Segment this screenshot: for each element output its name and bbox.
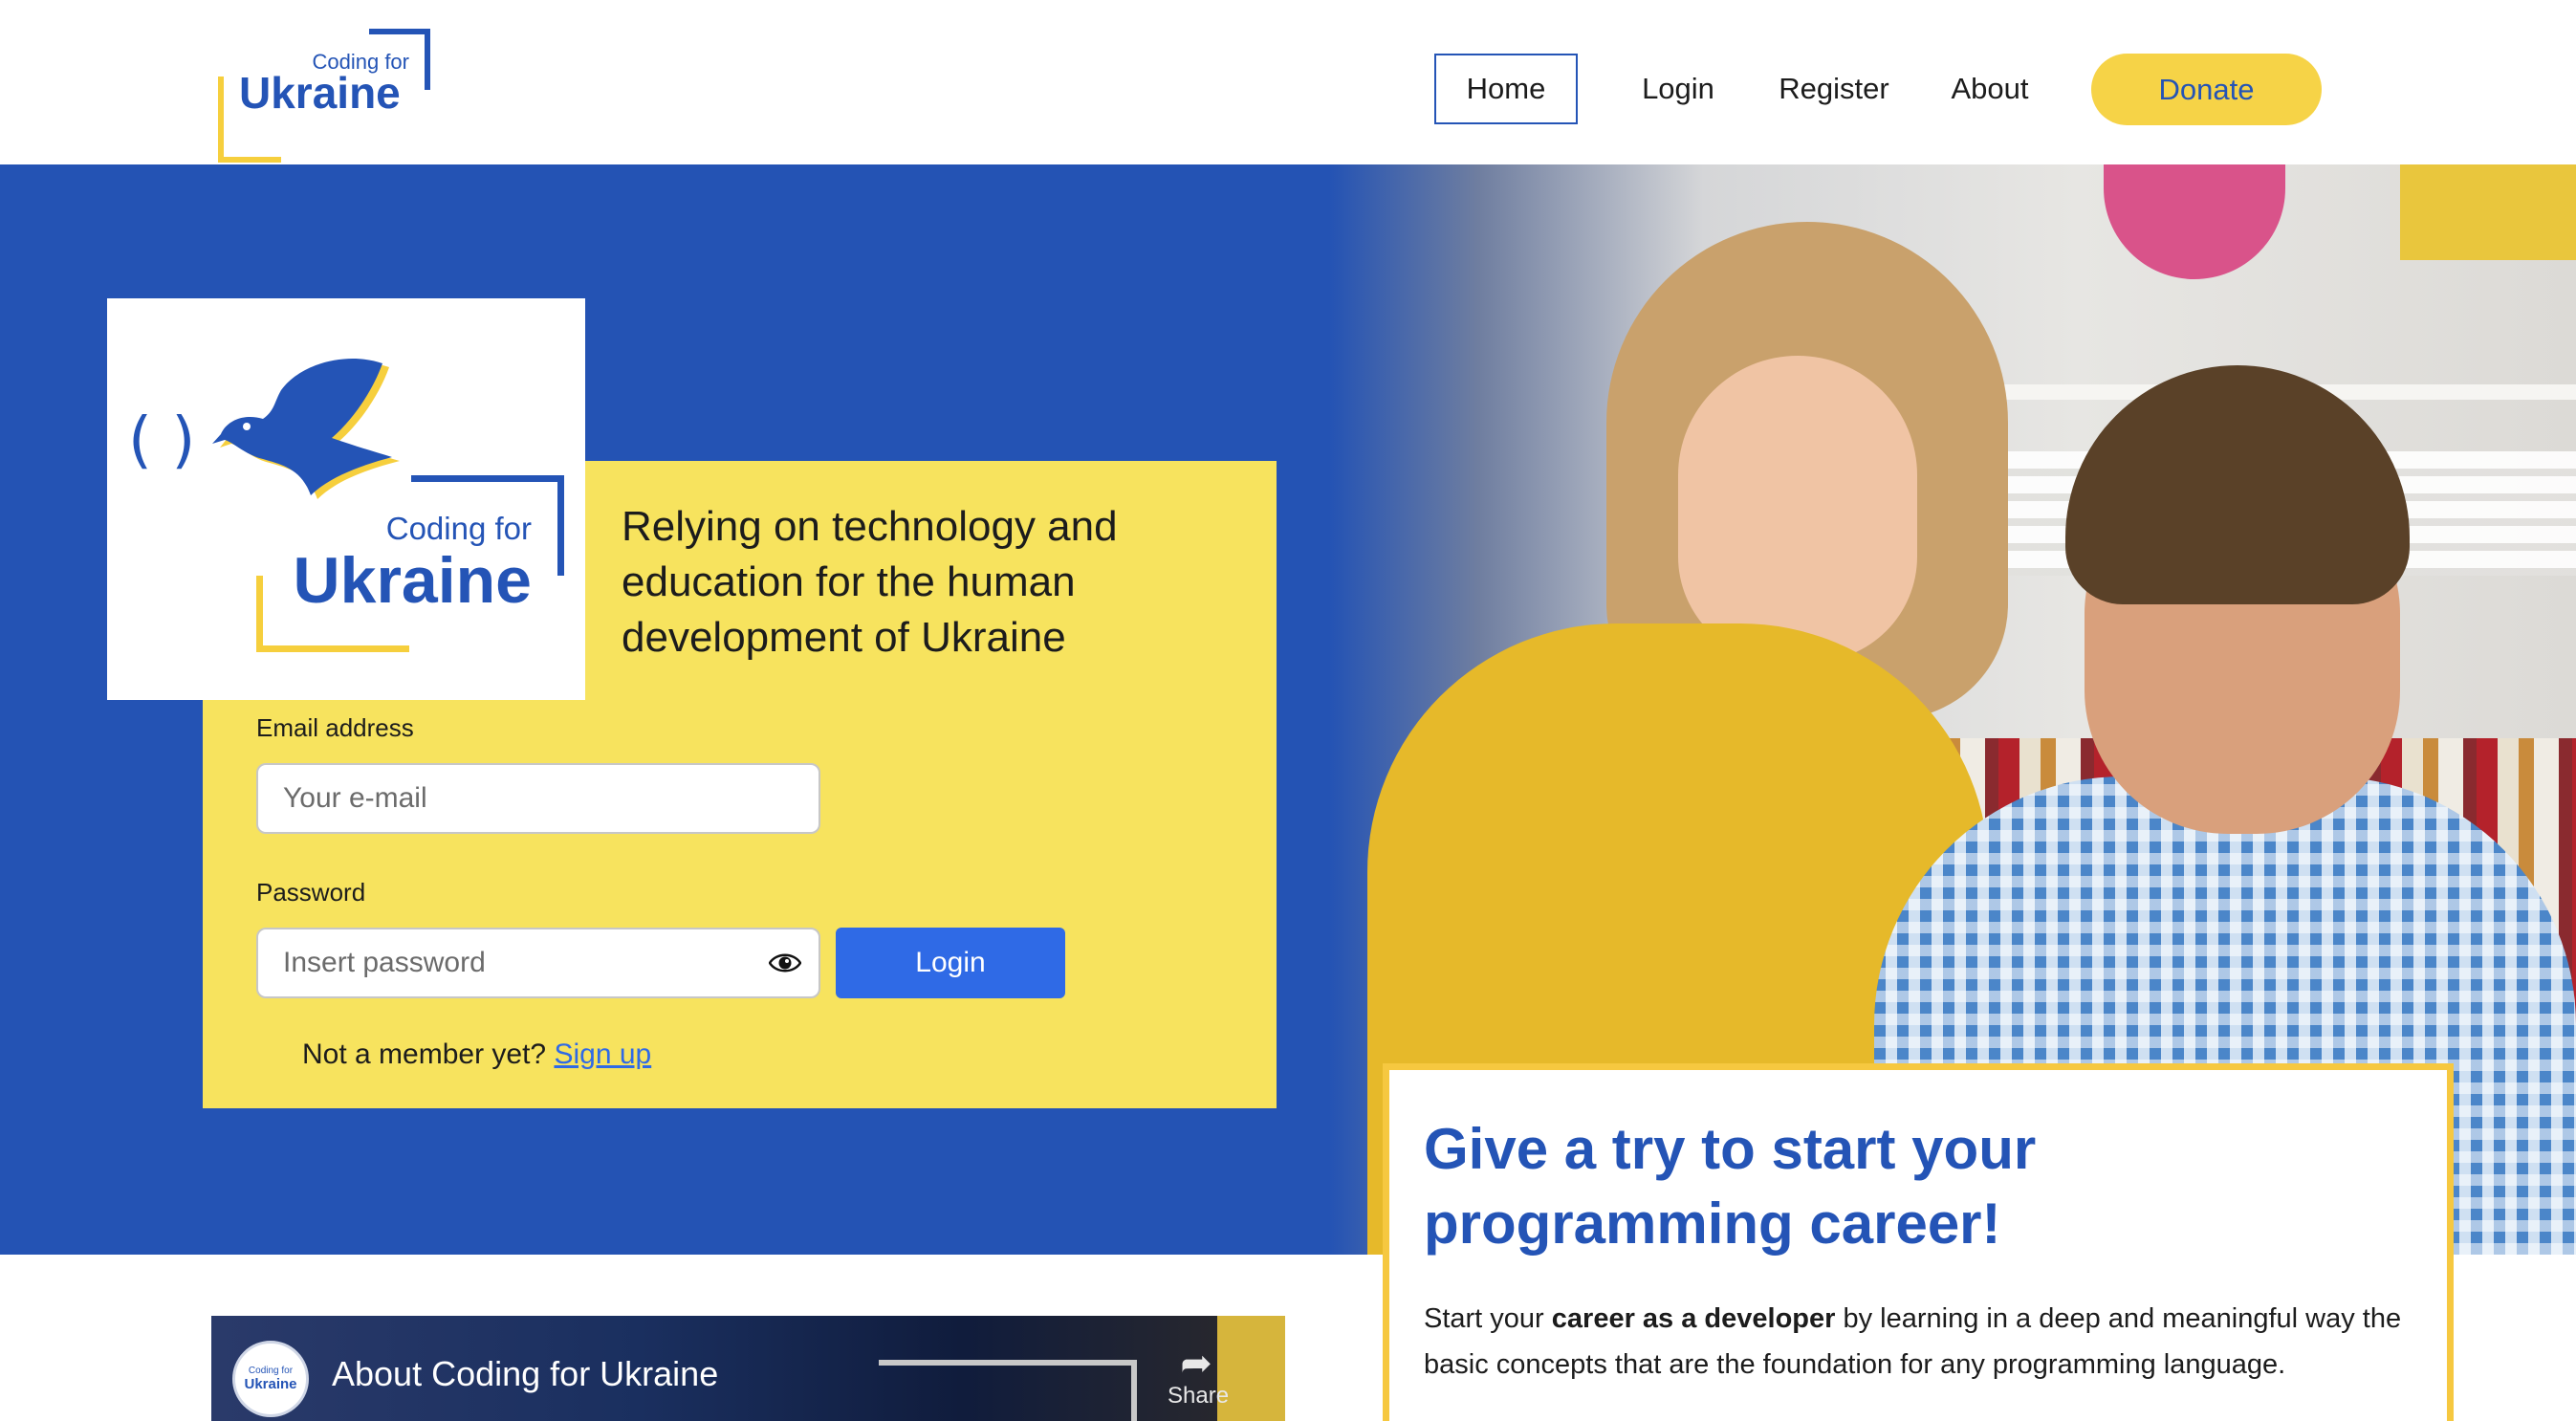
photo-person-man xyxy=(2065,365,2410,604)
video-frame-graphic xyxy=(879,1360,1137,1421)
email-label: Email address xyxy=(256,713,414,742)
logo-small-text: Coding for xyxy=(385,511,532,546)
nav-login[interactable]: Login xyxy=(1626,54,1731,124)
career-text-bold: career as a developer xyxy=(1551,1303,1836,1334)
password-label: Password xyxy=(256,878,366,907)
nav-about[interactable]: About xyxy=(1937,54,2042,124)
channel-avatar-big: Ukraine xyxy=(244,1376,297,1392)
brand-big-text: Ukraine xyxy=(239,68,401,118)
photo-bg-shape xyxy=(2104,164,2285,279)
nav-register[interactable]: Register xyxy=(1767,54,1901,124)
career-title: Give a try to start your programming car… xyxy=(1424,1117,2037,1256)
share-button[interactable]: ➦ Share xyxy=(1168,1342,1230,1410)
hero-tagline: Relying on technology and education for … xyxy=(622,503,1118,661)
photo-bg-shape xyxy=(2400,164,2576,260)
share-arrow-icon: ➦ xyxy=(1180,1342,1212,1386)
donate-button[interactable]: Donate xyxy=(2091,54,2322,125)
dove-icon xyxy=(212,359,400,499)
signup-prompt-text: Not a member yet? xyxy=(302,1038,547,1070)
signup-prompt: Not a member yet? Sign up xyxy=(302,1038,651,1071)
email-input[interactable] xyxy=(256,763,820,834)
career-text: Start your career as a developer by lear… xyxy=(1424,1296,2414,1388)
video-title[interactable]: About Coding for Ukraine xyxy=(332,1354,718,1394)
logo-big-text: Ukraine xyxy=(293,544,532,617)
password-input[interactable] xyxy=(256,928,820,998)
channel-avatar[interactable]: Coding for Ukraine xyxy=(232,1341,309,1417)
career-text-start: Start your xyxy=(1424,1303,1552,1334)
career-card: Give a try to start your programming car… xyxy=(1383,1063,2454,1421)
nav-home[interactable]: Home xyxy=(1434,54,1578,124)
login-button[interactable]: Login xyxy=(836,928,1065,998)
share-label: Share xyxy=(1168,1383,1230,1409)
channel-avatar-small: Coding for xyxy=(248,1366,294,1376)
hero-logo-card: ( ) Coding for Ukraine xyxy=(107,298,585,700)
brand-logo[interactable]: Coding for Ukraine xyxy=(216,27,432,163)
eye-icon[interactable] xyxy=(769,949,801,977)
signup-link[interactable]: Sign up xyxy=(554,1038,651,1070)
photo-person-woman xyxy=(1678,356,1917,662)
site-header: Coding for Ukraine Home Login Register A… xyxy=(0,0,2576,164)
video-thumbnail[interactable]: Coding for Ukraine About Coding for Ukra… xyxy=(211,1316,1285,1421)
